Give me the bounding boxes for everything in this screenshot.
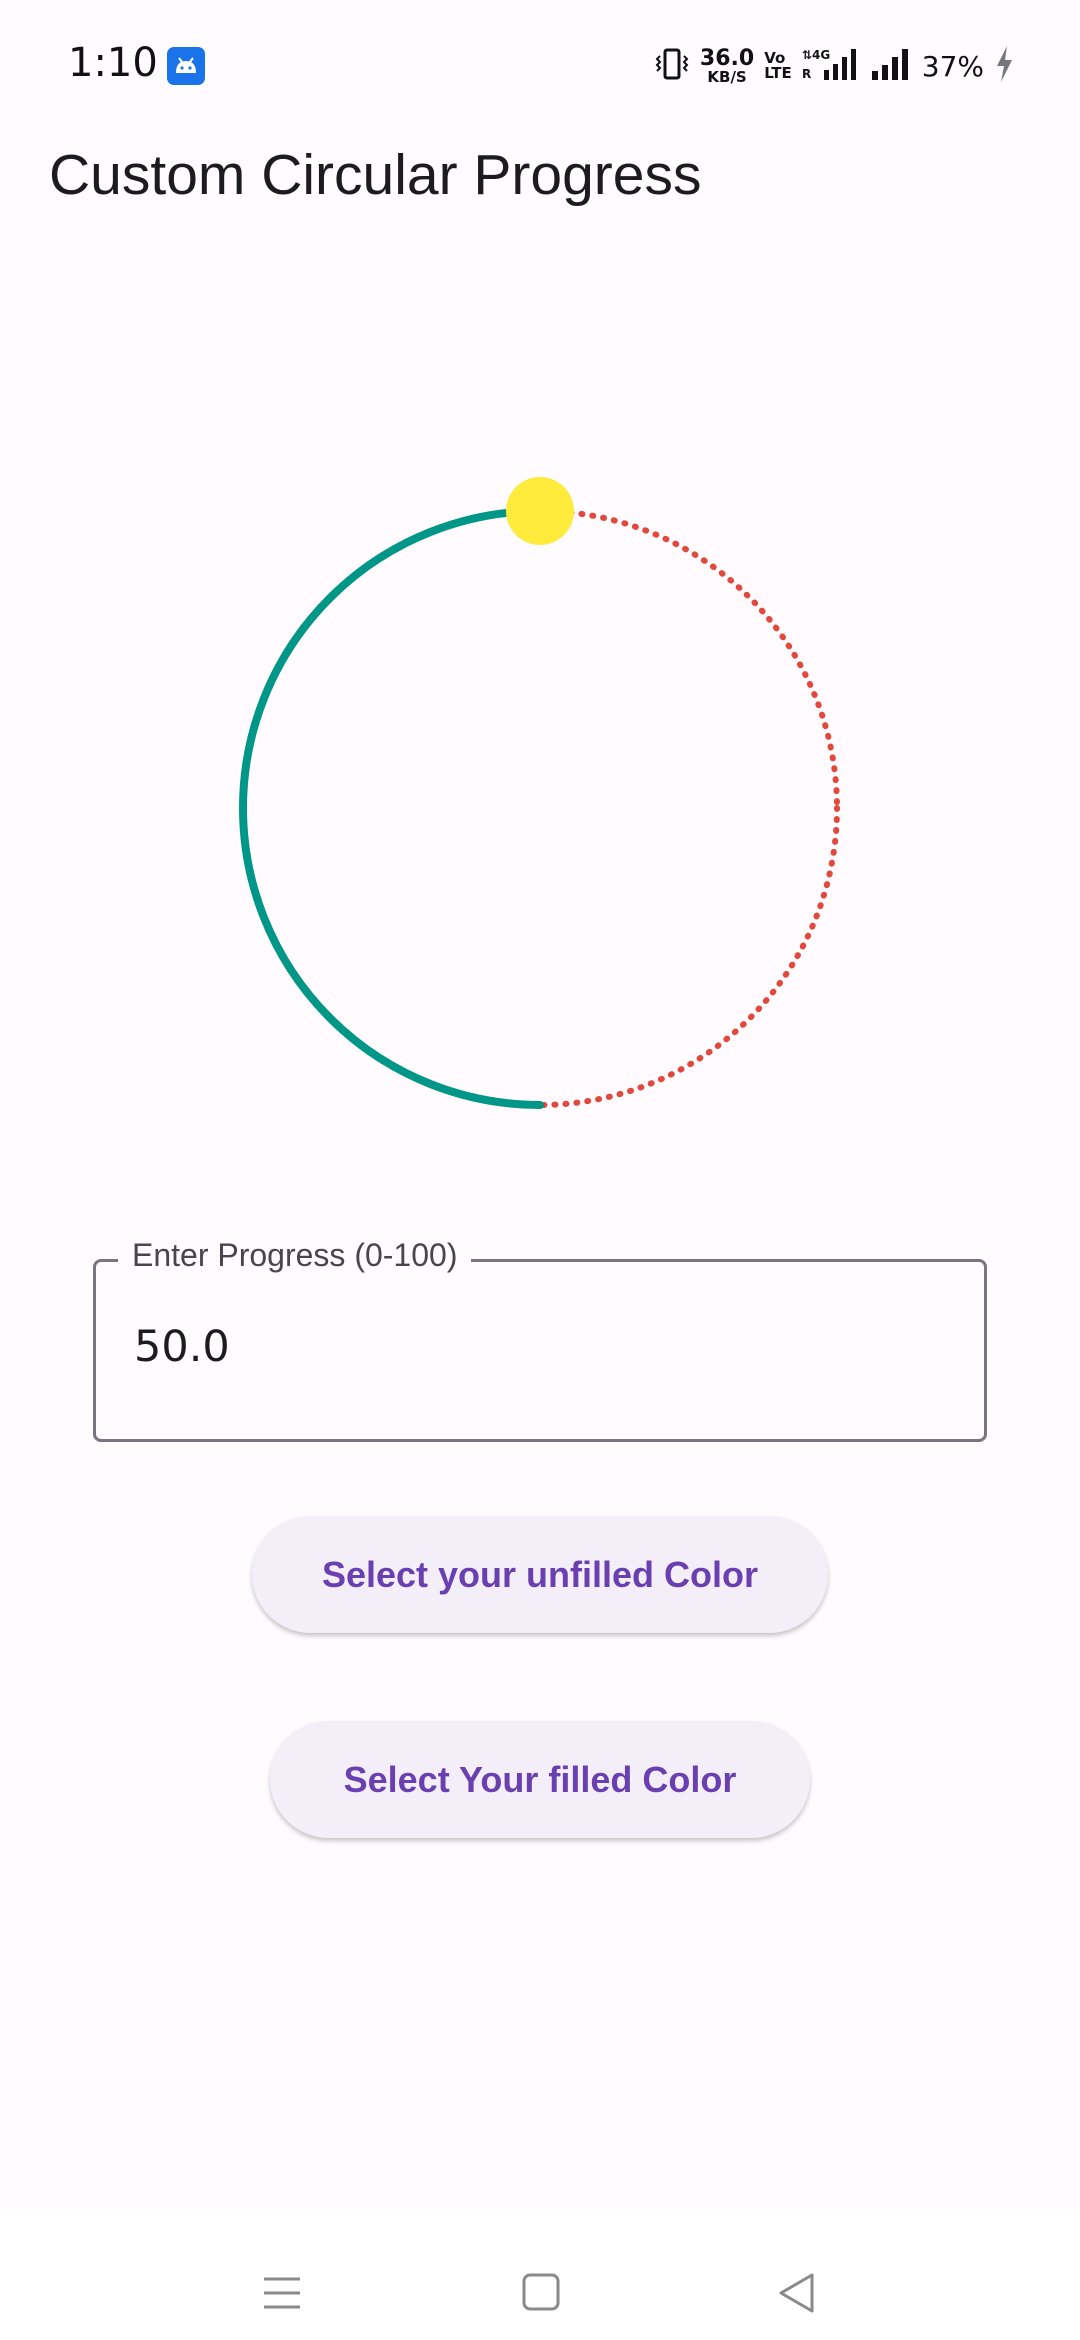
progress-input[interactable]: 50.0 <box>134 1322 230 1372</box>
menu-icon[interactable] <box>262 2276 302 2317</box>
progress-field[interactable]: Enter Progress (0-100) 50.0 <box>93 1237 987 1442</box>
select-filled-color-button[interactable]: Select Your filled Color <box>270 1721 810 1838</box>
home-icon[interactable] <box>522 2273 560 2316</box>
select-unfilled-color-button[interactable]: Select your unfilled Color <box>252 1516 828 1633</box>
back-icon[interactable] <box>776 2272 816 2319</box>
circular-progress[interactable] <box>0 0 1080 1180</box>
navigation-bar <box>0 2210 1080 2340</box>
progress-thumb[interactable] <box>506 477 574 545</box>
progress-field-label: Enter Progress (0-100) <box>118 1237 472 1274</box>
progress-filled-arc <box>239 507 841 1109</box>
